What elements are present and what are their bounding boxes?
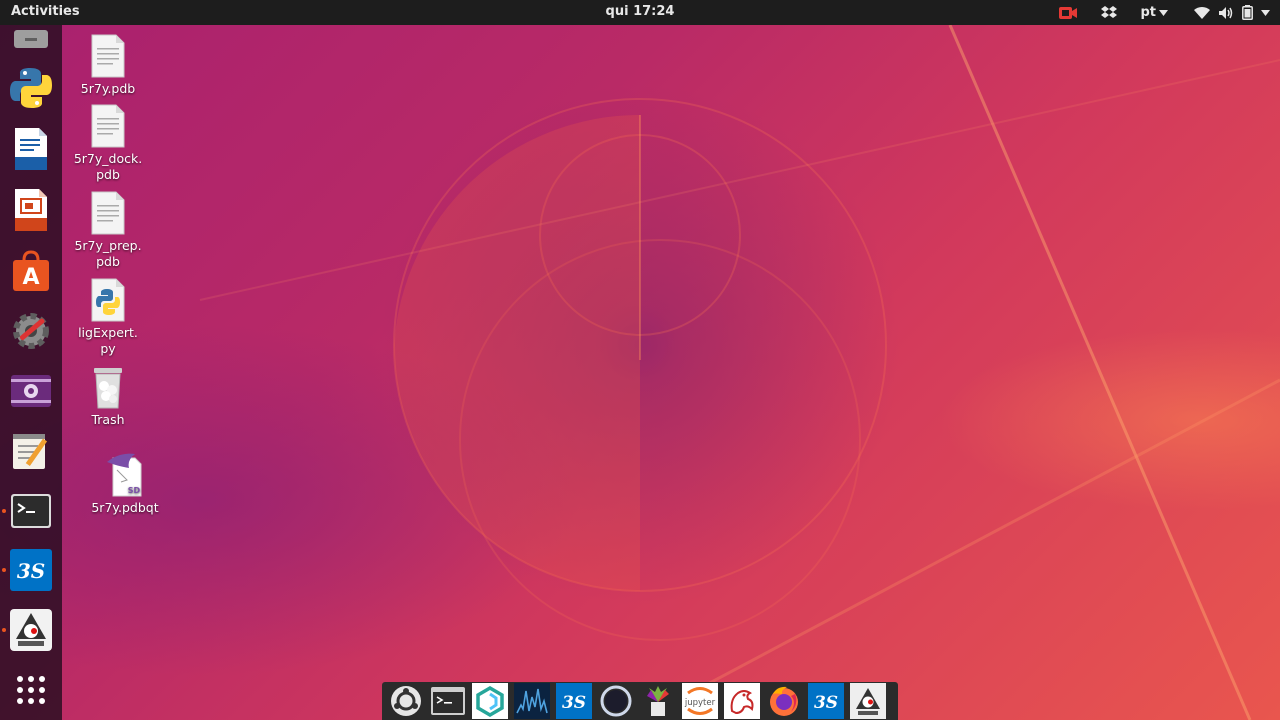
screen-recording-icon[interactable]	[1058, 6, 1078, 20]
taskbar-item-app-3[interactable]	[472, 683, 508, 719]
dock-item-python[interactable]	[8, 65, 54, 111]
system-menu-chevron-icon[interactable]	[1261, 9, 1270, 16]
desktop-file-label: 5r7y.pdb	[80, 81, 136, 96]
ring-app-icon	[600, 685, 632, 717]
dock: A 3S	[0, 25, 62, 720]
text-file-icon	[91, 191, 125, 235]
jmol-icon	[10, 609, 52, 651]
language-selector[interactable]: pt	[1126, 5, 1168, 20]
top-bar: Activities qui 17:24 pt	[0, 0, 1280, 25]
hexagon-app-icon	[476, 685, 504, 717]
dock-item-discovery-studio[interactable]: 3S	[8, 547, 54, 593]
dock-item-jmol[interactable]	[8, 607, 54, 653]
taskbar-item-app-6[interactable]	[598, 683, 634, 719]
discovery-studio-icon: 3S	[562, 693, 586, 713]
show-applications-button[interactable]	[8, 667, 54, 713]
taskbar-item-discovery-studio[interactable]: 3S	[556, 683, 592, 719]
python-file-icon	[91, 278, 125, 322]
activities-button[interactable]: Activities	[11, 4, 80, 19]
dock-item-writer[interactable]	[8, 126, 54, 172]
svg-text:3S: 3S	[562, 693, 586, 713]
desktop-file-5r7y-pdbqt[interactable]: SD 5r7y.pdbqt	[80, 452, 170, 516]
svg-text:3S: 3S	[814, 693, 838, 713]
dropbox-icon[interactable]	[1100, 5, 1118, 21]
system-tray: pt	[1050, 0, 1270, 25]
desktop-file-label: 5r7y_dock. pdb	[73, 151, 143, 182]
taskbar-item-terminal[interactable]	[430, 683, 466, 719]
running-indicator	[2, 568, 6, 572]
text-file-icon	[91, 104, 125, 148]
app-grid-icon	[17, 676, 45, 704]
taskbar-item-app-7[interactable]	[640, 683, 676, 719]
desktop-file-ligexpert-py[interactable]: ligExpert. py	[63, 277, 153, 357]
dock-item-system-tools[interactable]	[8, 308, 54, 354]
svg-text:A: A	[22, 265, 39, 290]
desktop-file-label: Trash	[91, 412, 125, 427]
discovery-studio-icon: 3S	[10, 549, 52, 591]
jupyter-icon: jupyter	[684, 687, 716, 715]
dock-item-files[interactable]	[8, 27, 54, 51]
terminal-icon	[11, 494, 51, 528]
dock-item-terminal[interactable]	[8, 488, 54, 534]
dock-item-impress[interactable]	[8, 187, 54, 233]
desktop-file-label: ligExpert. py	[78, 325, 138, 356]
taskbar-item-jmol[interactable]	[850, 683, 886, 719]
dock-item-ubuntu-software[interactable]: A	[8, 248, 54, 294]
dock-item-video[interactable]	[8, 368, 54, 414]
text-editor-icon	[13, 434, 48, 469]
flower-app-icon	[647, 686, 669, 716]
taskbar-item-firefox[interactable]	[766, 683, 802, 719]
language-label: pt	[1140, 5, 1156, 20]
running-indicator	[2, 509, 6, 513]
svg-text:3S: 3S	[17, 559, 45, 583]
wallpaper-swirl	[199, 24, 1280, 720]
writer-icon	[15, 128, 47, 170]
taskbar-item-jupyter[interactable]: jupyter	[682, 683, 718, 719]
taskbar-item-app-4[interactable]	[514, 683, 550, 719]
volume-icon[interactable]	[1218, 6, 1234, 20]
ubuntu-logo-icon	[391, 686, 421, 716]
discovery-studio-icon: 3S	[814, 693, 838, 713]
desktop-file-5r7y-dock-pdb[interactable]: 5r7y_dock. pdb	[63, 103, 153, 183]
jupyter-label: jupyter	[684, 698, 716, 708]
terminal-window-icon	[431, 687, 465, 715]
dragon-app-icon	[730, 690, 754, 715]
taskbar-item-app-9[interactable]	[724, 683, 760, 719]
drive-icon	[14, 30, 48, 48]
taskbar-item-ubuntu[interactable]	[388, 683, 424, 719]
impress-icon	[15, 189, 47, 231]
desktop[interactable]: Activities qui 17:24 pt A 3S 5r7y.pdb 5r…	[0, 0, 1280, 720]
running-indicator	[2, 628, 6, 632]
desktop-trash[interactable]: Trash	[63, 364, 153, 428]
desktop-file-5r7y-pdb[interactable]: 5r7y.pdb	[63, 33, 153, 97]
python-icon	[10, 68, 52, 108]
desktop-file-label: 5r7y_prep. pdb	[74, 238, 142, 269]
sd-file-icon: SD	[107, 453, 142, 497]
battery-icon[interactable]	[1242, 5, 1253, 20]
firefox-icon	[770, 686, 798, 716]
clock[interactable]: qui 17:24	[606, 4, 675, 19]
bottom-taskbar: 3S jupyter 3S	[382, 682, 898, 720]
desktop-file-label: 5r7y.pdbqt	[91, 500, 159, 515]
svg-text:SD: SD	[128, 486, 141, 495]
software-center-icon: A	[13, 250, 49, 291]
desktop-file-5r7y-prep-pdb[interactable]: 5r7y_prep. pdb	[63, 190, 153, 270]
trash-icon	[94, 368, 122, 409]
text-file-icon	[91, 34, 125, 78]
chevron-down-icon	[1159, 9, 1168, 16]
dock-item-text-editor[interactable]	[8, 428, 54, 474]
video-player-icon	[11, 375, 51, 407]
wifi-icon[interactable]	[1194, 6, 1210, 19]
jmol-icon	[856, 688, 880, 715]
settings-tools-icon	[13, 313, 49, 349]
taskbar-item-discovery-studio-2[interactable]: 3S	[808, 683, 844, 719]
spectrum-app-icon	[516, 688, 548, 714]
